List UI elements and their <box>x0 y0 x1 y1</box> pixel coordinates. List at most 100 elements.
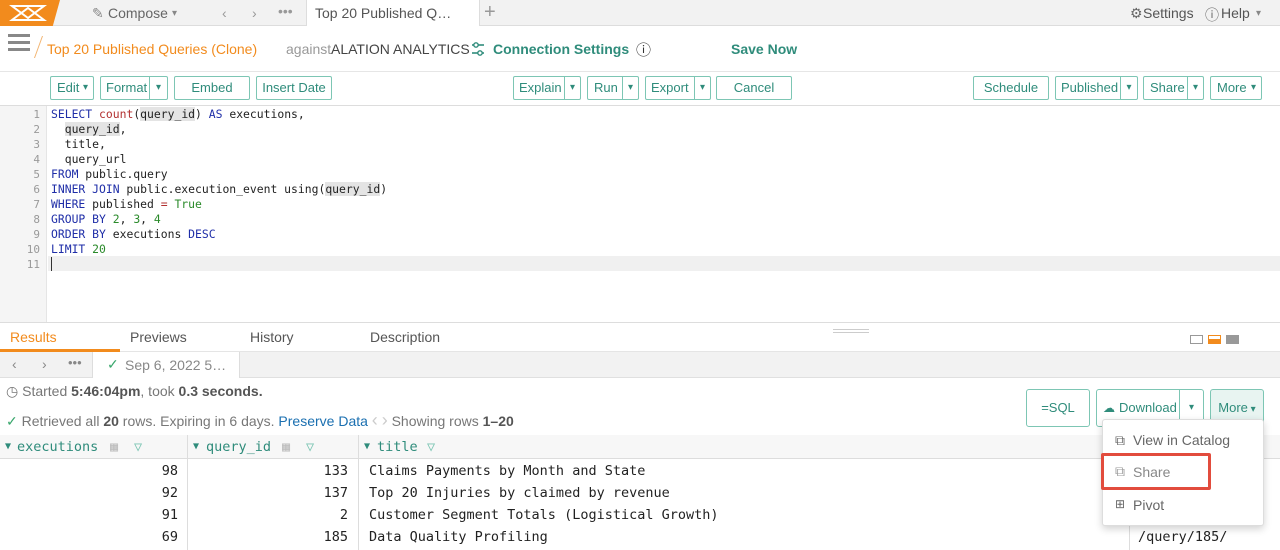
forward-arrow-icon[interactable]: › <box>42 356 47 372</box>
alation-logo[interactable] <box>0 0 60 26</box>
embed-button[interactable]: Embed <box>174 76 250 100</box>
cancel-button[interactable]: Cancel <box>716 76 792 100</box>
clock-icon: ◷ <box>6 383 19 399</box>
column-header-executions[interactable]: ▼ executions ▦ ▽ <box>0 435 187 459</box>
code-line: SELECT count(query_id) AS executions, <box>51 107 305 121</box>
tab-results[interactable]: Results <box>10 329 57 345</box>
next-page-icon[interactable]: › <box>382 410 388 430</box>
help-icon[interactable]: ⓘ <box>1205 5 1219 25</box>
info-icon[interactable]: ⓘ <box>636 39 651 60</box>
code-line: query_id, <box>64 122 127 136</box>
chevron-down-icon: ▾ <box>82 82 88 93</box>
showing-prefix: Showing rows <box>391 413 483 429</box>
settings-link[interactable]: Settings <box>1143 5 1194 21</box>
connection-settings-link[interactable]: Connection Settings <box>493 41 629 57</box>
column-divider <box>358 435 359 550</box>
add-tab-icon[interactable]: + <box>484 1 496 24</box>
chevron-down-icon[interactable]: ▾ <box>694 77 710 99</box>
code-line: LIMIT 20 <box>51 242 106 256</box>
layout-split-icon[interactable] <box>1208 335 1221 344</box>
chevron-down-icon[interactable]: ▾ <box>172 8 177 19</box>
connection-settings-icon[interactable] <box>470 41 486 57</box>
more-button[interactable]: More ▾ <box>1210 76 1262 100</box>
result-tab-label: Sep 6, 2022 5… <box>125 357 227 373</box>
code-line: WHERE published = True <box>51 197 202 211</box>
edit-button[interactable]: Edit ▾ <box>50 76 94 100</box>
chevron-down-icon[interactable]: ▾ <box>149 77 167 99</box>
layout-results-icon[interactable] <box>1226 335 1239 344</box>
code-line: FROM public.query <box>51 167 168 181</box>
stats-icon[interactable]: ▦ <box>282 435 290 459</box>
export-label: Export <box>651 80 689 95</box>
against-label: against <box>286 41 332 57</box>
export-button[interactable]: Export ▾ <box>645 76 711 100</box>
schedule-button[interactable]: Schedule <box>973 76 1049 100</box>
format-button[interactable]: Format ▾ <box>100 76 168 100</box>
chevron-down-icon[interactable]: ▾ <box>1187 77 1203 99</box>
datasource-name[interactable]: ALATION ANALYTICS <box>331 41 470 57</box>
more-tabs-icon[interactable]: ••• <box>278 3 293 19</box>
started-prefix: Started <box>22 383 72 399</box>
retrieved-suffix: rows. Expiring in 6 days. <box>118 413 275 429</box>
code-line: ORDER BY executions DESC <box>51 227 216 241</box>
preserve-data-link[interactable]: Preserve Data <box>278 413 367 429</box>
tab-description[interactable]: Description <box>370 329 440 345</box>
hamburger-icon[interactable] <box>8 34 30 52</box>
chevron-down-icon[interactable]: ▾ <box>1120 77 1137 99</box>
menu-item-pivot[interactable]: ⊞ Pivot <box>1103 493 1263 519</box>
sort-arrow-icon[interactable]: ▼ <box>193 435 199 459</box>
text-cursor <box>51 257 52 271</box>
forward-arrow-icon[interactable]: › <box>252 5 257 21</box>
line-number: 2 <box>33 123 40 136</box>
published-label: Published <box>1061 80 1119 95</box>
published-button[interactable]: Published ▾ <box>1055 76 1138 100</box>
showing-range: 1–20 <box>482 413 514 429</box>
more-tabs-icon[interactable]: ••• <box>68 355 82 370</box>
results-table: ▼ executions ▦ ▽ ▼ query_id ▦ ▽ ▼ title … <box>0 435 1280 550</box>
explain-button[interactable]: Explain ▾ <box>513 76 581 100</box>
chevron-down-icon[interactable]: ▾ <box>564 77 580 99</box>
query-tab[interactable]: Top 20 Published Q… <box>306 0 480 26</box>
run-button[interactable]: Run ▾ <box>587 76 639 100</box>
explain-label: Explain <box>519 80 562 95</box>
result-tab[interactable]: ✓ Sep 6, 2022 5… <box>92 352 240 378</box>
query-tab-title: Top 20 Published Q… <box>315 5 452 21</box>
insert-date-button[interactable]: Insert Date <box>256 76 332 100</box>
back-arrow-icon[interactable]: ‹ <box>222 5 227 21</box>
sort-arrow-icon[interactable]: ▼ <box>364 435 370 459</box>
gear-icon[interactable]: ⚙ <box>1130 5 1143 22</box>
help-link[interactable]: Help <box>1221 5 1250 21</box>
chevron-down-icon[interactable]: ▾ <box>1256 8 1261 19</box>
menu-item-view-in-catalog[interactable]: ⧉ View in Catalog <box>1103 428 1263 454</box>
retrieved-prefix: Retrieved all <box>21 413 104 429</box>
compose-menu[interactable]: Compose <box>108 5 168 21</box>
save-now-button[interactable]: Save Now <box>731 41 797 57</box>
line-number: 4 <box>33 153 40 166</box>
filter-icon[interactable]: ▽ <box>134 435 142 459</box>
chevron-down-icon[interactable]: ▾ <box>622 77 638 99</box>
column-header-query-id[interactable]: ▼ query_id ▦ ▽ <box>188 435 358 459</box>
filter-icon[interactable]: ▽ <box>427 435 435 459</box>
filter-icon[interactable]: ▽ <box>306 435 314 459</box>
prev-page-icon[interactable]: ‹ <box>372 410 378 430</box>
query-name[interactable]: Top 20 Published Queries (Clone) <box>47 41 257 57</box>
share-button[interactable]: Share ▾ <box>1143 76 1204 100</box>
tab-previews[interactable]: Previews <box>130 329 187 345</box>
sql-editor[interactable]: 1 2 3 4 5 6 7 8 9 10 11 SELECT count(query_id) AS … <box>0 106 1280 322</box>
stats-icon[interactable]: ▦ <box>110 435 118 459</box>
table-cell: Top 20 Injuries by claimed by revenue <box>369 485 670 501</box>
table-cell: 69 <box>161 529 178 545</box>
menu-item-label: Pivot <box>1133 497 1165 513</box>
table-cell: 133 <box>323 463 348 479</box>
pivot-icon: ⊞ <box>1115 497 1126 511</box>
line-number: 5 <box>33 168 40 181</box>
resize-handle[interactable] <box>833 329 869 333</box>
tab-history[interactable]: History <box>250 329 294 345</box>
share-highlight-box <box>1101 453 1211 490</box>
layout-editor-icon[interactable] <box>1190 335 1203 344</box>
sort-arrow-icon[interactable]: ▼ <box>5 435 11 459</box>
external-link-icon: ⧉ <box>1115 432 1125 448</box>
back-arrow-icon[interactable]: ‹ <box>12 356 17 372</box>
sql-button[interactable]: =SQL <box>1026 389 1090 427</box>
top-bar: ✎ Compose ▾ ‹ › ••• Top 20 Published Q… … <box>0 0 1280 26</box>
